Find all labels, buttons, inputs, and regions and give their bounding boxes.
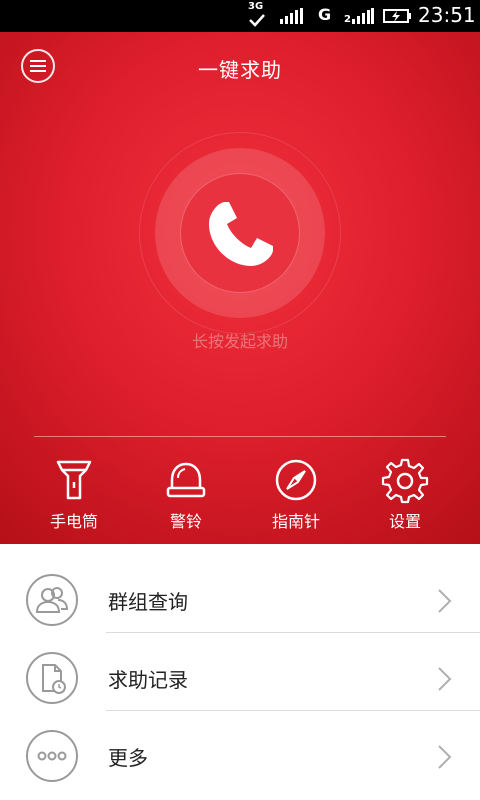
signal-strength-icon <box>280 8 303 24</box>
chevron-right-icon <box>438 745 452 769</box>
list-divider <box>106 632 480 633</box>
g-network-label: G <box>318 5 332 24</box>
list-item-label: 群组查询 <box>108 590 188 614</box>
history-document-icon <box>26 652 78 704</box>
gear-icon <box>381 458 429 504</box>
list-item-label: 更多 <box>108 746 148 770</box>
tool-label: 警铃 <box>169 512 202 531</box>
list-item-group-search[interactable]: 群组查询 <box>0 562 480 638</box>
list-divider <box>106 710 480 711</box>
sos-call-button[interactable] <box>180 173 300 293</box>
list-item-label: 求助记录 <box>108 668 188 692</box>
tool-settings[interactable]: 设置 <box>355 456 455 532</box>
tool-label: 设置 <box>388 512 421 531</box>
tool-compass[interactable]: 指南针 <box>246 456 346 532</box>
phone-icon <box>209 202 273 266</box>
data-activity-icon <box>249 14 265 27</box>
chevron-right-icon <box>438 667 452 691</box>
compass-icon <box>275 459 317 501</box>
alarm-bell-icon <box>166 462 206 498</box>
status-time: 23:51 <box>418 3 476 27</box>
group-icon <box>26 574 78 626</box>
tool-label: 指南针 <box>271 512 320 531</box>
network-type-label: 3G <box>248 1 264 12</box>
flashlight-icon <box>56 460 92 500</box>
divider <box>34 436 446 437</box>
more-dots-icon <box>26 730 78 782</box>
page-title: 一键求助 <box>198 58 282 82</box>
call-hint: 长按发起求助 <box>191 332 288 351</box>
tool-flashlight[interactable]: 手电筒 <box>24 456 124 532</box>
list-item-help-history[interactable]: 求助记录 <box>0 640 480 716</box>
tool-label: 手电筒 <box>49 512 98 531</box>
hero-panel: 一键求助 长按发起求助 手电筒 警铃 指南针 设置 <box>0 32 480 544</box>
tool-alarm-bell[interactable]: 警铃 <box>136 456 236 532</box>
battery-charging-icon <box>383 9 411 23</box>
status-bar: 3G G 2 23:51 <box>0 0 480 32</box>
signal-strength-icon-2: 2 <box>344 8 374 24</box>
chevron-right-icon <box>438 589 452 613</box>
list-item-more[interactable]: 更多 <box>0 718 480 794</box>
svg-text:2: 2 <box>344 14 351 24</box>
